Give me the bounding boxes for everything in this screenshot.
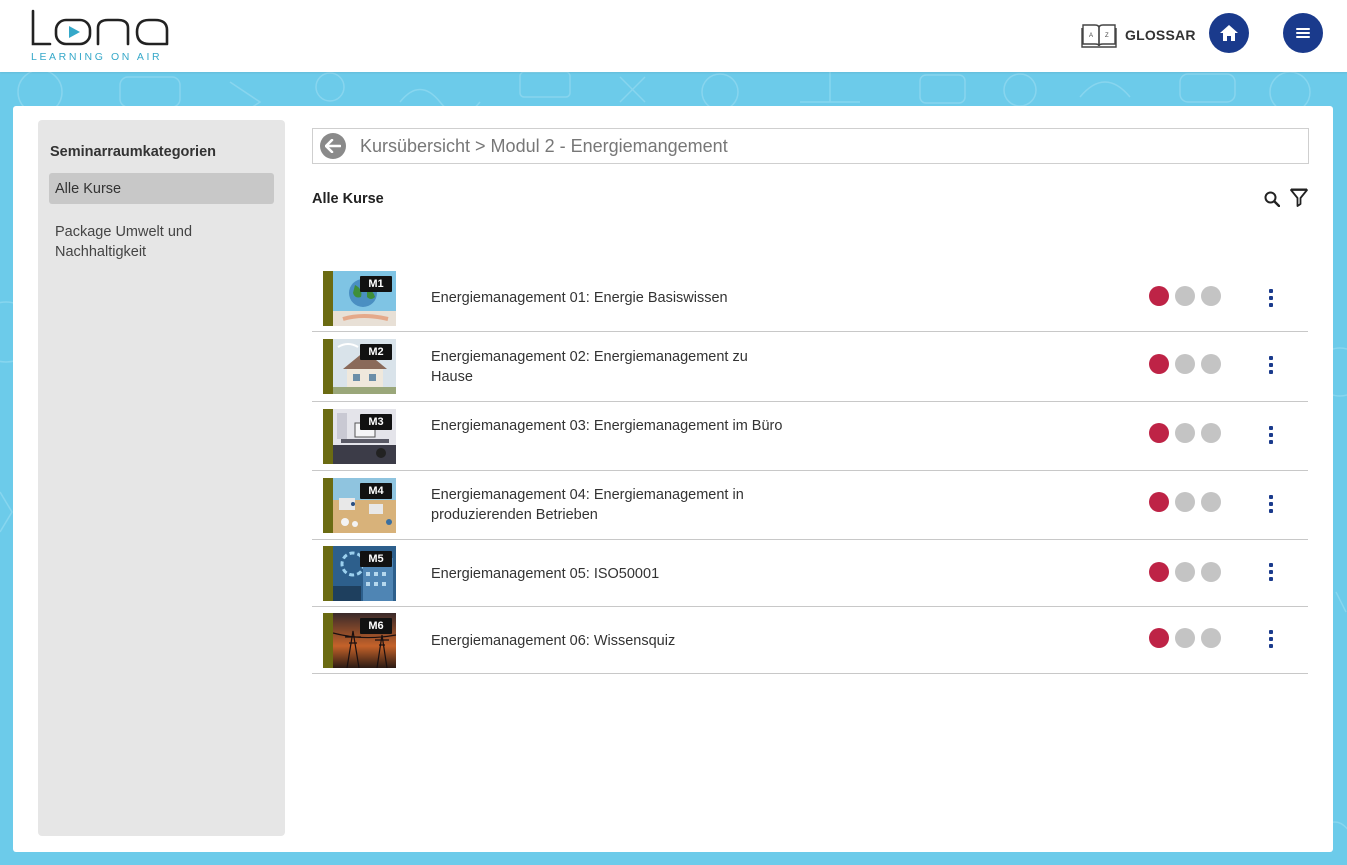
filter-icon[interactable]	[1290, 188, 1308, 208]
sidebar-item-alle-kurse[interactable]: Alle Kurse	[49, 173, 274, 204]
progress-indicator	[1149, 354, 1221, 374]
progress-dot-open	[1201, 628, 1221, 648]
lona-logo-mark	[31, 9, 169, 46]
progress-indicator	[1149, 628, 1221, 648]
category-sidebar: Seminarraumkategorien Alle Kurse Package…	[38, 120, 285, 836]
progress-dot-open	[1175, 628, 1195, 648]
progress-dot-done	[1149, 492, 1169, 512]
glossar-button[interactable]: A Z GLOSSAR	[1081, 20, 1196, 50]
course-title[interactable]: Energiemanagement 03: Energiemanagement …	[431, 416, 791, 436]
course-thumbnail[interactable]: M3	[323, 409, 396, 464]
progress-dot-done	[1149, 286, 1169, 306]
course-row: M1 Energiemanagement 01: Energie Basiswi…	[312, 264, 1308, 332]
sidebar-item-package-umwelt[interactable]: Package Umwelt und Nachhaltigkeit	[49, 216, 274, 268]
back-arrow-icon[interactable]	[320, 133, 346, 159]
main-menu-button[interactable]	[1283, 13, 1323, 53]
sidebar-title: Seminarraumkategorien	[50, 144, 217, 160]
progress-indicator	[1149, 423, 1221, 443]
section-title: Alle Kurse	[312, 191, 384, 207]
progress-dot-done	[1149, 423, 1169, 443]
module-badge: M2	[360, 344, 392, 360]
progress-dot-done	[1149, 562, 1169, 582]
progress-dot-open	[1201, 286, 1221, 306]
course-list: M1 Energiemanagement 01: Energie Basiswi…	[312, 264, 1308, 674]
progress-dot-open	[1201, 562, 1221, 582]
course-title[interactable]: Energiemanagement 05: ISO50001	[431, 564, 791, 584]
more-options-icon[interactable]	[1264, 355, 1278, 375]
svg-text:A: A	[1089, 33, 1093, 39]
svg-text:Z: Z	[1105, 33, 1109, 39]
progress-dot-open	[1201, 423, 1221, 443]
more-options-icon[interactable]	[1264, 629, 1278, 649]
progress-indicator	[1149, 492, 1221, 512]
course-thumbnail[interactable]: M6	[323, 613, 396, 668]
course-title[interactable]: Energiemanagement 01: Energie Basiswisse…	[431, 288, 791, 308]
course-title[interactable]: Energiemanagement 02: Energiemanagement …	[431, 347, 791, 387]
course-title[interactable]: Energiemanagement 06: Wissensquiz	[431, 631, 791, 651]
course-row: M3 Energiemanagement 03: Energiemanageme…	[312, 402, 1308, 471]
breadcrumb: Kursübersicht > Modul 2 - Energiemangeme…	[312, 128, 1309, 164]
progress-dot-done	[1149, 354, 1169, 374]
progress-dot-open	[1175, 354, 1195, 374]
progress-dot-open	[1175, 562, 1195, 582]
progress-dot-open	[1175, 423, 1195, 443]
more-options-icon[interactable]	[1264, 288, 1278, 308]
course-row: M6 Energiemanagement 06: Wissensquiz	[312, 607, 1308, 674]
more-options-icon[interactable]	[1264, 494, 1278, 514]
module-badge: M6	[360, 618, 392, 634]
search-icon[interactable]	[1264, 191, 1280, 207]
course-thumbnail[interactable]: M5	[323, 546, 396, 601]
course-row: M5 Energiemanagement 05: ISO50001	[312, 540, 1308, 607]
home-icon	[1220, 25, 1238, 41]
course-thumbnail[interactable]: M1	[323, 271, 396, 326]
progress-indicator	[1149, 562, 1221, 582]
course-thumbnail[interactable]: M2	[323, 339, 396, 394]
progress-dot-open	[1201, 492, 1221, 512]
module-badge: M3	[360, 414, 392, 430]
logo-subtitle: LEARNING ON AIR	[31, 51, 163, 63]
progress-dot-open	[1175, 286, 1195, 306]
progress-dot-open	[1175, 492, 1195, 512]
book-az-icon: A Z	[1081, 24, 1117, 48]
top-header: LEARNING ON AIR A Z GLOSSAR	[0, 0, 1347, 72]
breadcrumb-text: Kursübersicht > Modul 2 - Energiemangeme…	[360, 135, 728, 156]
course-row: M2 Energiemanagement 02: Energiemanageme…	[312, 332, 1308, 402]
more-options-icon[interactable]	[1264, 425, 1278, 445]
glossar-label: GLOSSAR	[1125, 27, 1196, 43]
hamburger-menu-icon	[1296, 28, 1310, 38]
course-thumbnail[interactable]: M4	[323, 478, 396, 533]
module-badge: M5	[360, 551, 392, 567]
main-panel: Seminarraumkategorien Alle Kurse Package…	[13, 106, 1333, 852]
course-title[interactable]: Energiemanagement 04: Energiemanagement …	[431, 485, 791, 525]
home-button[interactable]	[1209, 13, 1249, 53]
course-row: M4 Energiemanagement 04: Energiemanageme…	[312, 471, 1308, 540]
module-badge: M4	[360, 483, 392, 499]
progress-dot-open	[1201, 354, 1221, 374]
progress-dot-done	[1149, 628, 1169, 648]
more-options-icon[interactable]	[1264, 562, 1278, 582]
progress-indicator	[1149, 286, 1221, 306]
module-badge: M1	[360, 276, 392, 292]
